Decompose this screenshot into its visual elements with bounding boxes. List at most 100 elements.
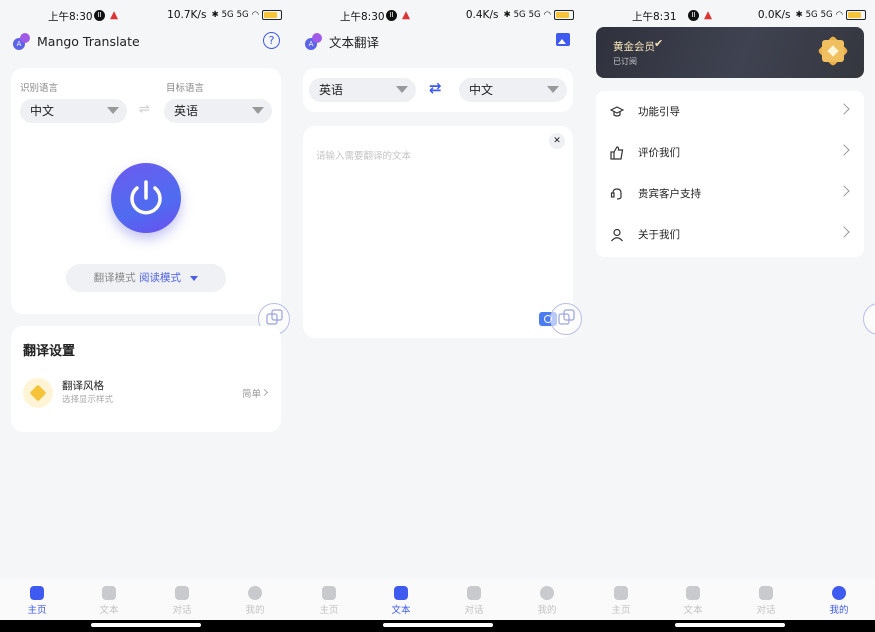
tab-profile[interactable]: 我的 [814, 586, 864, 616]
dropdown-arrow-icon [252, 107, 264, 114]
status-time: 上午8:31 [632, 11, 677, 23]
status-icons: 0.4K/s ✱ 5G 5G ◠ [466, 9, 574, 21]
tab-home[interactable]: 主页 [596, 586, 646, 616]
menu-item-rate[interactable]: 评价我们 [596, 132, 864, 173]
tab-conversation[interactable]: 对话 [449, 586, 499, 616]
status-bar: 上午8:31 II ▲ 0.0K/s ✱ 5G 5G ◠ [584, 6, 875, 26]
vip-card[interactable]: 黄金会员 ✔ 已订阅 [596, 27, 864, 78]
status-time: 上午8:30 [48, 11, 93, 23]
chevron-right-icon [260, 388, 269, 397]
dropdown-arrow-icon [107, 107, 119, 114]
dropdown-arrow-icon [547, 86, 559, 93]
floating-translate-button[interactable] [550, 303, 582, 335]
network-rate: 0.0K/s [757, 9, 791, 21]
notification-icon: II [386, 10, 397, 21]
status-time: 上午8:30 [340, 11, 385, 23]
target-language-value: 中文 [469, 83, 494, 97]
vip-title: 黄金会员 [613, 41, 655, 53]
home-indicator [292, 620, 584, 632]
dropdown-arrow-icon [396, 86, 408, 93]
battery-icon [554, 10, 574, 20]
source-language-select[interactable]: 英语 [309, 78, 416, 102]
bottom-tab-bar: 主页 文本 对话 我的 [0, 578, 292, 620]
page-title: 文本翻译 [329, 34, 380, 50]
home-icon [322, 586, 336, 600]
style-subtitle: 选择显示样式 [62, 395, 114, 405]
image-icon[interactable] [556, 33, 570, 46]
document-icon [686, 586, 700, 600]
start-translate-button[interactable] [111, 163, 181, 233]
menu-label: 评价我们 [638, 147, 680, 159]
chevron-right-icon [838, 103, 850, 115]
tab-home[interactable]: 主页 [12, 586, 62, 616]
signal-1-icon: 5G [805, 10, 818, 20]
menu-card: 功能引导 评价我们 贵宾客户支持 关于我们 [596, 91, 864, 257]
source-language-value: 英语 [319, 83, 344, 97]
bluetooth-icon: ✱ [211, 10, 219, 20]
vip-status: 已订阅 [613, 57, 637, 66]
tab-profile[interactable]: 我的 [522, 586, 572, 616]
target-language-select[interactable]: 中文 [459, 78, 567, 102]
clear-icon[interactable]: ✕ [549, 133, 565, 149]
signal-2-icon: 5G [236, 10, 249, 20]
tab-text[interactable]: 文本 [84, 586, 134, 616]
mode-label: 翻译模式 [93, 272, 136, 284]
home-screen: 上午8:30 II ▲ 10.7K/s ✱ 5G 5G ◠ A Mango Tr… [0, 0, 292, 632]
menu-item-support[interactable]: 贵宾客户支持 [596, 173, 864, 214]
floating-translate-button[interactable] [863, 303, 875, 335]
source-language-label: 识别语言 [20, 83, 59, 94]
network-rate: 10.7K/s [167, 9, 207, 21]
menu-label: 功能引导 [638, 106, 680, 118]
tab-home[interactable]: 主页 [304, 586, 354, 616]
tab-conversation[interactable]: 对话 [741, 586, 791, 616]
status-icons: 0.0K/s ✱ 5G 5G ◠ [758, 9, 866, 21]
menu-item-guide[interactable]: 功能引导 [596, 91, 864, 132]
bluetooth-icon: ✱ [795, 10, 803, 20]
translate-mode-selector[interactable]: 翻译模式 阅读模式 [66, 264, 226, 292]
status-bar: 上午8:30 II ▲ 0.4K/s ✱ 5G 5G ◠ [292, 6, 584, 26]
home-indicator [584, 620, 875, 632]
warning-icon: ▲ [110, 9, 119, 21]
conversation-icon [467, 586, 481, 600]
wifi-icon: ◠ [835, 10, 843, 20]
tab-text[interactable]: 文本 [668, 586, 718, 616]
tab-profile[interactable]: 我的 [230, 586, 280, 616]
signal-2-icon: 5G [820, 10, 833, 20]
profile-screen: 上午8:31 II ▲ 0.0K/s ✱ 5G 5G ◠ 黄金会员 ✔ 已订阅 … [584, 0, 875, 632]
tab-text[interactable]: 文本 [376, 586, 426, 616]
status-bar: 上午8:30 II ▲ 10.7K/s ✱ 5G 5G ◠ [0, 6, 292, 26]
help-icon[interactable]: ? [263, 32, 280, 49]
notification-icon: II [688, 10, 699, 21]
tab-conversation[interactable]: 对话 [157, 586, 207, 616]
thumbs-up-icon [610, 145, 624, 160]
dropdown-arrow-icon [190, 275, 199, 281]
mode-value: 阅读模式 [139, 272, 181, 284]
wifi-icon: ◠ [543, 10, 551, 20]
translate-icon [558, 309, 575, 325]
style-icon [23, 378, 53, 408]
translate-style-row[interactable]: 翻译风格 选择显示样式 简单 [11, 372, 281, 418]
target-language-select[interactable]: 英语 [164, 99, 272, 123]
style-value: 简单 [241, 389, 261, 400]
swap-icon[interactable]: ⇌ [139, 102, 150, 117]
text-input[interactable]: 请输入需要翻译的文本 [316, 148, 411, 162]
vip-badge-icon [817, 35, 849, 67]
signal-1-icon: 5G [221, 10, 234, 20]
menu-label: 贵宾客户支持 [638, 188, 701, 200]
swap-icon[interactable]: ⇄ [429, 79, 442, 97]
profile-icon [832, 586, 846, 600]
language-bar: 英语 ⇄ 中文 [303, 68, 573, 112]
settings-title: 翻译设置 [23, 344, 76, 359]
bottom-tab-bar: 主页 文本 对话 我的 [584, 578, 875, 620]
text-input-card[interactable]: 请输入需要翻译的文本 ✕ [303, 126, 573, 338]
source-language-value: 中文 [30, 104, 55, 118]
menu-item-about[interactable]: 关于我们 [596, 214, 864, 255]
app-header: A Mango Translate ? [12, 30, 280, 52]
warning-icon: ▲ [402, 9, 411, 21]
profile-icon [540, 586, 554, 600]
source-language-select[interactable]: 中文 [20, 99, 127, 123]
menu-label: 关于我们 [638, 229, 680, 241]
status-icons: 10.7K/s ✱ 5G 5G ◠ [167, 9, 282, 21]
battery-icon [262, 10, 282, 20]
app-logo-icon: A [304, 32, 322, 50]
